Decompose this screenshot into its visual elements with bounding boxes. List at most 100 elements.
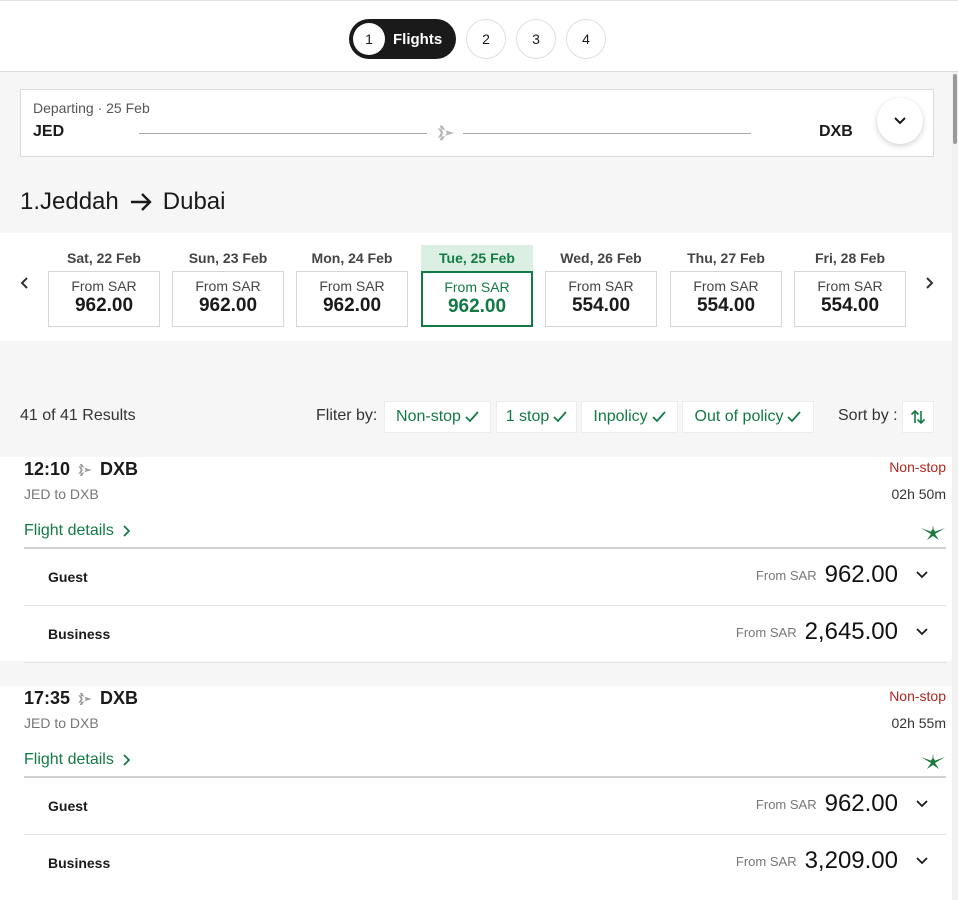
date-label: Thu, 27 Feb	[687, 250, 765, 266]
fare-from-label: From SAR	[755, 796, 817, 812]
date-option[interactable]: Wed, 26 Feb From SAR 554.00	[545, 245, 657, 327]
date-option[interactable]: Sun, 23 Feb From SAR 962.00	[172, 245, 284, 327]
chevron-right-icon	[926, 277, 934, 289]
date-option[interactable]: Mon, 24 Feb From SAR 962.00	[296, 245, 408, 327]
sort-icon	[910, 409, 926, 425]
date-price-box[interactable]: From SAR 962.00	[172, 271, 284, 327]
date-from-label: From SAR	[817, 278, 883, 294]
date-price: 554.00	[696, 295, 756, 316]
filter-1-stop[interactable]: 1 stop	[496, 401, 577, 433]
date-from-label: From SAR	[319, 278, 385, 294]
date-option[interactable]: Thu, 27 Feb From SAR 554.00	[670, 245, 782, 327]
filter-chip-label: 1 stop	[505, 408, 550, 425]
expand-route-button[interactable]	[877, 98, 923, 144]
fare-option-row[interactable]: Business From SAR 3,209.00	[24, 835, 946, 892]
fare-price: From SAR 3,209.00	[736, 847, 930, 875]
date-label: Sun, 23 Feb	[188, 250, 268, 266]
expand-fare-button[interactable]	[916, 854, 930, 868]
flight-details-link[interactable]: Flight details	[24, 751, 130, 769]
flight-details-label: Flight details	[24, 751, 114, 768]
date-price: 554.00	[820, 295, 880, 316]
chevron-down-icon	[894, 117, 906, 125]
date-price-box[interactable]: From SAR 962.00	[48, 271, 160, 327]
chevron-down-icon	[916, 628, 928, 636]
date-price: 962.00	[447, 296, 507, 317]
date-label: Wed, 26 Feb	[560, 250, 642, 266]
flight-details-label: Flight details	[24, 522, 114, 539]
filter-out-of-policy[interactable]: Out of policy	[682, 401, 814, 433]
plane-icon	[437, 125, 455, 141]
chevron-right-icon	[123, 525, 130, 537]
trip-title: 1.Jeddah Dubai	[20, 188, 225, 216]
departure-time: 17:35	[24, 688, 71, 708]
fare-class-name: Guest	[48, 798, 88, 814]
date-from-label: From SAR	[568, 278, 634, 294]
date-label: Tue, 25 Feb	[421, 245, 533, 271]
check-icon	[465, 411, 479, 423]
fare-option-row[interactable]: Guest From SAR 962.00	[24, 549, 946, 606]
next-dates-button[interactable]	[920, 271, 940, 295]
expand-fare-button[interactable]	[916, 625, 930, 639]
date-selector: Sat, 22 Feb From SAR 962.00 Sun, 23 Feb …	[0, 233, 952, 341]
date-from-label: From SAR	[71, 278, 137, 294]
plane-icon	[78, 692, 92, 705]
filter-label: Fliter by:	[316, 407, 378, 424]
date-from-label: From SAR	[444, 279, 510, 295]
step-number: 1	[353, 23, 385, 55]
date-price-box[interactable]: From SAR 554.00	[545, 271, 657, 327]
date-price-box[interactable]: From SAR 962.00	[421, 271, 533, 327]
filter-inpolicy[interactable]: Inpolicy	[581, 401, 678, 433]
date-price: 554.00	[571, 295, 631, 316]
fare-price: From SAR 2,645.00	[736, 618, 930, 646]
airline-logo-icon	[921, 754, 945, 769]
step-4[interactable]: 4	[566, 19, 606, 59]
progress-stepper: 1 Flights 2 3 4	[349, 19, 606, 59]
date-price-box[interactable]: From SAR 554.00	[794, 271, 906, 327]
arrow-right-icon	[130, 193, 152, 211]
step-label: Flights	[393, 30, 443, 48]
date-option[interactable]: Sat, 22 Feb From SAR 962.00	[48, 245, 160, 327]
date-option[interactable]: Fri, 28 Feb From SAR 554.00	[794, 245, 906, 327]
flight-details-link[interactable]: Flight details	[24, 522, 130, 540]
fare-amount: 2,645.00	[804, 618, 898, 645]
fare-option-row[interactable]: Guest From SAR 962.00	[24, 778, 946, 835]
step-3[interactable]: 3	[516, 19, 556, 59]
fare-from-label: From SAR	[755, 567, 817, 583]
route-line	[139, 133, 427, 134]
fare-option-row[interactable]: Business From SAR 2,645.00	[24, 606, 946, 663]
scrollbar-thumb[interactable]	[953, 74, 957, 144]
expand-fare-button[interactable]	[916, 568, 930, 582]
fare-from-label: From SAR	[735, 853, 797, 869]
date-price: 962.00	[322, 295, 382, 316]
check-icon	[553, 411, 567, 423]
sort-button[interactable]	[902, 401, 934, 433]
plane-icon	[78, 463, 92, 476]
fare-amount: 962.00	[824, 790, 898, 817]
chevron-down-icon	[916, 857, 928, 865]
filter-chip-label: Out of policy	[694, 408, 784, 425]
step-flights[interactable]: 1 Flights	[349, 19, 456, 59]
chevron-right-icon	[123, 754, 130, 766]
flight-time-row: 17:35 DXB	[24, 688, 138, 709]
previous-dates-button[interactable]	[14, 271, 34, 295]
progress-stepper-bar: 1 Flights 2 3 4	[0, 0, 958, 72]
date-price-box[interactable]: From SAR 962.00	[296, 271, 408, 327]
trip-destination: Dubai	[162, 188, 226, 215]
flight-card[interactable]: 17:35 DXB JED to DXB Non-stop 02h 55m Fl…	[0, 686, 952, 900]
fare-price: From SAR 962.00	[756, 561, 930, 589]
destination-code: DXB	[819, 123, 853, 140]
flight-duration: 02h 50m	[891, 486, 946, 502]
step-2[interactable]: 2	[466, 19, 506, 59]
scrollbar-track[interactable]	[952, 72, 958, 900]
date-option-selected[interactable]: Tue, 25 Feb From SAR 962.00	[421, 245, 533, 327]
flight-duration: 02h 55m	[891, 715, 946, 731]
flight-card[interactable]: 12:10 DXB JED to DXB Non-stop 02h 50m Fl…	[0, 457, 952, 663]
destination-code: DXB	[100, 688, 139, 708]
expand-fare-button[interactable]	[916, 797, 930, 811]
chevron-left-icon	[20, 277, 28, 289]
departure-time: 12:10	[24, 459, 71, 479]
date-price-box[interactable]: From SAR 554.00	[670, 271, 782, 327]
date-from-label: From SAR	[693, 278, 759, 294]
route-summary-card: Departing · 25 Feb JED DXB	[20, 89, 934, 157]
filter-non-stop[interactable]: Non-stop	[384, 401, 491, 433]
